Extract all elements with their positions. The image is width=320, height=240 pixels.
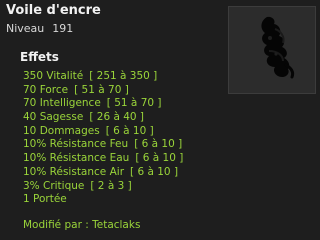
effects-title: Effets — [20, 50, 59, 64]
effect-line-damage: 10 Dommages [ 6 à 10 ] — [23, 125, 183, 139]
effect-line-wisdom: 40 Sagesse [ 26 à 40 ] — [23, 111, 183, 125]
effect-value: 70 Intelligence — [23, 97, 101, 110]
item-name: Voile d'encre — [6, 3, 101, 18]
ink-veil-cape-icon — [228, 6, 316, 94]
effect-line-strength: 70 Force [ 51 à 70 ] — [23, 84, 183, 98]
effect-value: 10% Résistance Air — [23, 165, 125, 178]
effect-value: 10% Résistance Feu — [23, 138, 129, 151]
effect-line-water-resistance: 10% Résistance Eau [ 6 à 10 ] — [23, 152, 183, 166]
effects-list: 350 Vitalité [ 251 à 350 ] 70 Force [ 51 à… — [23, 70, 183, 207]
effect-value: 1 Portée — [23, 193, 67, 206]
effect-line-critical: 3% Critique [ 2 à 3 ] — [23, 180, 183, 194]
effect-line-fire-resistance: 10% Résistance Feu [ 6 à 10 ] — [23, 138, 183, 152]
item-illustration — [261, 16, 295, 79]
effect-line-air-resistance: 10% Résistance Air [ 6 à 10 ] — [23, 166, 183, 180]
effect-value: 10 Dommages — [23, 124, 100, 137]
effect-value: 40 Sagesse — [23, 111, 84, 124]
item-tooltip: Voile d'encre Niveau 191 Effets 350 Vital… — [0, 0, 320, 240]
effect-range: [ 6 à 10 ] — [105, 124, 154, 137]
effect-range: [ 26 à 40 ] — [89, 111, 145, 124]
level-value: 191 — [52, 22, 74, 35]
effect-value: 70 Force — [23, 83, 69, 96]
effect-range: [ 6 à 10 ] — [134, 138, 183, 151]
effect-line-intelligence: 70 Intelligence [ 51 à 70 ] — [23, 97, 183, 111]
item-level: Niveau 191 — [6, 22, 73, 35]
modified-by: Modifié par : Tetaclaks — [23, 219, 141, 231]
effect-value: 350 Vitalité — [23, 70, 84, 82]
effect-range: [ 6 à 10 ] — [130, 165, 179, 178]
effect-range: [ 51 à 70 ] — [74, 83, 129, 96]
effect-range: [ 6 à 10 ] — [135, 152, 184, 165]
effect-range: [ 251 à 350 ] — [89, 70, 158, 82]
effect-range: [ 2 à 3 ] — [90, 179, 132, 192]
effect-value: 3% Critique — [23, 179, 85, 192]
effect-line-vitality: 350 Vitalité [ 251 à 350 ] — [23, 70, 183, 84]
effect-value: 10% Résistance Eau — [23, 152, 130, 165]
effect-range: [ 51 à 70 ] — [106, 97, 162, 110]
effect-line-range: 1 Portée — [23, 193, 183, 207]
level-label: Niveau — [6, 22, 45, 35]
